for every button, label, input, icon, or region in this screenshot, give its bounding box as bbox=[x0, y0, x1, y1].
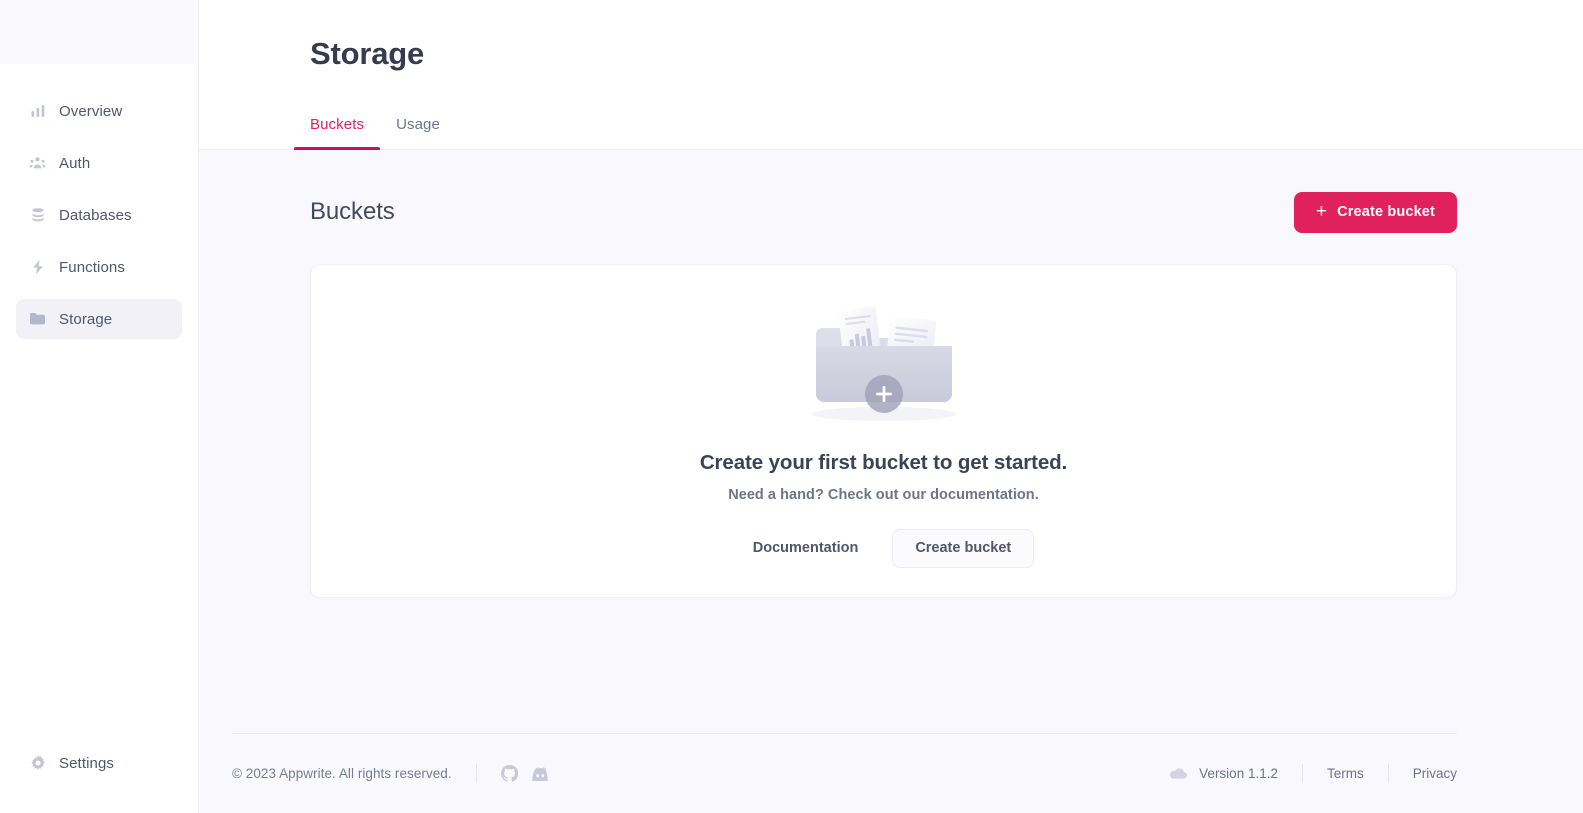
footer-divider bbox=[1301, 764, 1303, 783]
github-icon[interactable] bbox=[500, 765, 518, 782]
footer-divider bbox=[475, 764, 477, 783]
create-bucket-button-label: Create bucket bbox=[1337, 204, 1435, 221]
app-root: Overview Auth Databases Functions Storag… bbox=[0, 0, 1583, 813]
section-title: Buckets bbox=[310, 198, 395, 226]
footer: © 2023 Appwrite. All rights reserved. Ve… bbox=[232, 733, 1457, 813]
sidebar-item-settings[interactable]: Settings bbox=[16, 743, 182, 783]
page-header: Storage Buckets Usage bbox=[199, 0, 1583, 150]
tab-bar: Buckets Usage bbox=[294, 116, 1583, 150]
plus-icon: + bbox=[1315, 201, 1328, 223]
users-icon bbox=[29, 155, 46, 172]
empty-create-bucket-button[interactable]: Create bucket bbox=[892, 528, 1035, 568]
sidebar-item-overview[interactable]: Overview bbox=[16, 91, 182, 131]
empty-state-title: Create your first bucket to get started. bbox=[699, 450, 1068, 474]
sidebar-footer: Settings bbox=[0, 738, 198, 813]
social-links bbox=[500, 765, 549, 782]
empty-state-card: Create your first bucket to get started.… bbox=[310, 263, 1457, 598]
empty-state-subtitle: Need a hand? Check out our documentation… bbox=[728, 486, 1039, 503]
sidebar-header-band bbox=[0, 0, 198, 64]
documentation-button[interactable]: Documentation bbox=[733, 529, 879, 568]
lightning-icon bbox=[29, 259, 46, 276]
main-area: Storage Buckets Usage Buckets + Create b… bbox=[199, 0, 1583, 813]
folder-icon bbox=[29, 311, 46, 328]
sidebar: Overview Auth Databases Functions Storag… bbox=[0, 0, 199, 813]
footer-left: © 2023 Appwrite. All rights reserved. bbox=[232, 764, 549, 783]
footer-right: Version 1.1.2 Terms Privacy bbox=[1169, 764, 1457, 783]
tab-buckets[interactable]: Buckets bbox=[294, 116, 381, 150]
sidebar-item-label: Functions bbox=[59, 258, 125, 276]
discord-icon[interactable] bbox=[531, 766, 549, 781]
sidebar-item-functions[interactable]: Functions bbox=[16, 247, 182, 287]
tab-usage[interactable]: Usage bbox=[380, 116, 456, 149]
empty-state-actions: Documentation Create bucket bbox=[733, 528, 1035, 568]
sidebar-item-databases[interactable]: Databases bbox=[16, 195, 182, 235]
cloud-icon bbox=[1169, 767, 1188, 780]
version-info: Version 1.1.2 bbox=[1169, 766, 1278, 781]
page-title: Storage bbox=[310, 36, 425, 71]
folder-with-documents-illustration bbox=[784, 294, 984, 429]
gear-icon bbox=[29, 755, 46, 772]
sidebar-item-label: Storage bbox=[59, 310, 113, 328]
footer-divider bbox=[1387, 764, 1389, 783]
sidebar-item-auth[interactable]: Auth bbox=[16, 143, 182, 183]
copyright-text: © 2023 Appwrite. All rights reserved. bbox=[232, 766, 452, 781]
sidebar-item-label: Settings bbox=[59, 754, 114, 772]
create-bucket-button[interactable]: + Create bucket bbox=[1293, 191, 1457, 233]
privacy-link[interactable]: Privacy bbox=[1413, 766, 1457, 781]
content-area: Buckets + Create bucket Create your firs… bbox=[199, 150, 1583, 733]
version-text: Version 1.1.2 bbox=[1199, 766, 1278, 781]
bar-chart-icon bbox=[29, 103, 46, 120]
sidebar-nav: Overview Auth Databases Functions Storag… bbox=[0, 64, 198, 738]
sidebar-item-label: Auth bbox=[59, 154, 91, 172]
sidebar-item-storage[interactable]: Storage bbox=[16, 299, 182, 339]
section-header: Buckets + Create bucket bbox=[310, 191, 1457, 233]
sidebar-item-label: Databases bbox=[59, 206, 132, 224]
terms-link[interactable]: Terms bbox=[1327, 766, 1364, 781]
sidebar-item-label: Overview bbox=[59, 102, 123, 120]
database-icon bbox=[29, 207, 46, 224]
